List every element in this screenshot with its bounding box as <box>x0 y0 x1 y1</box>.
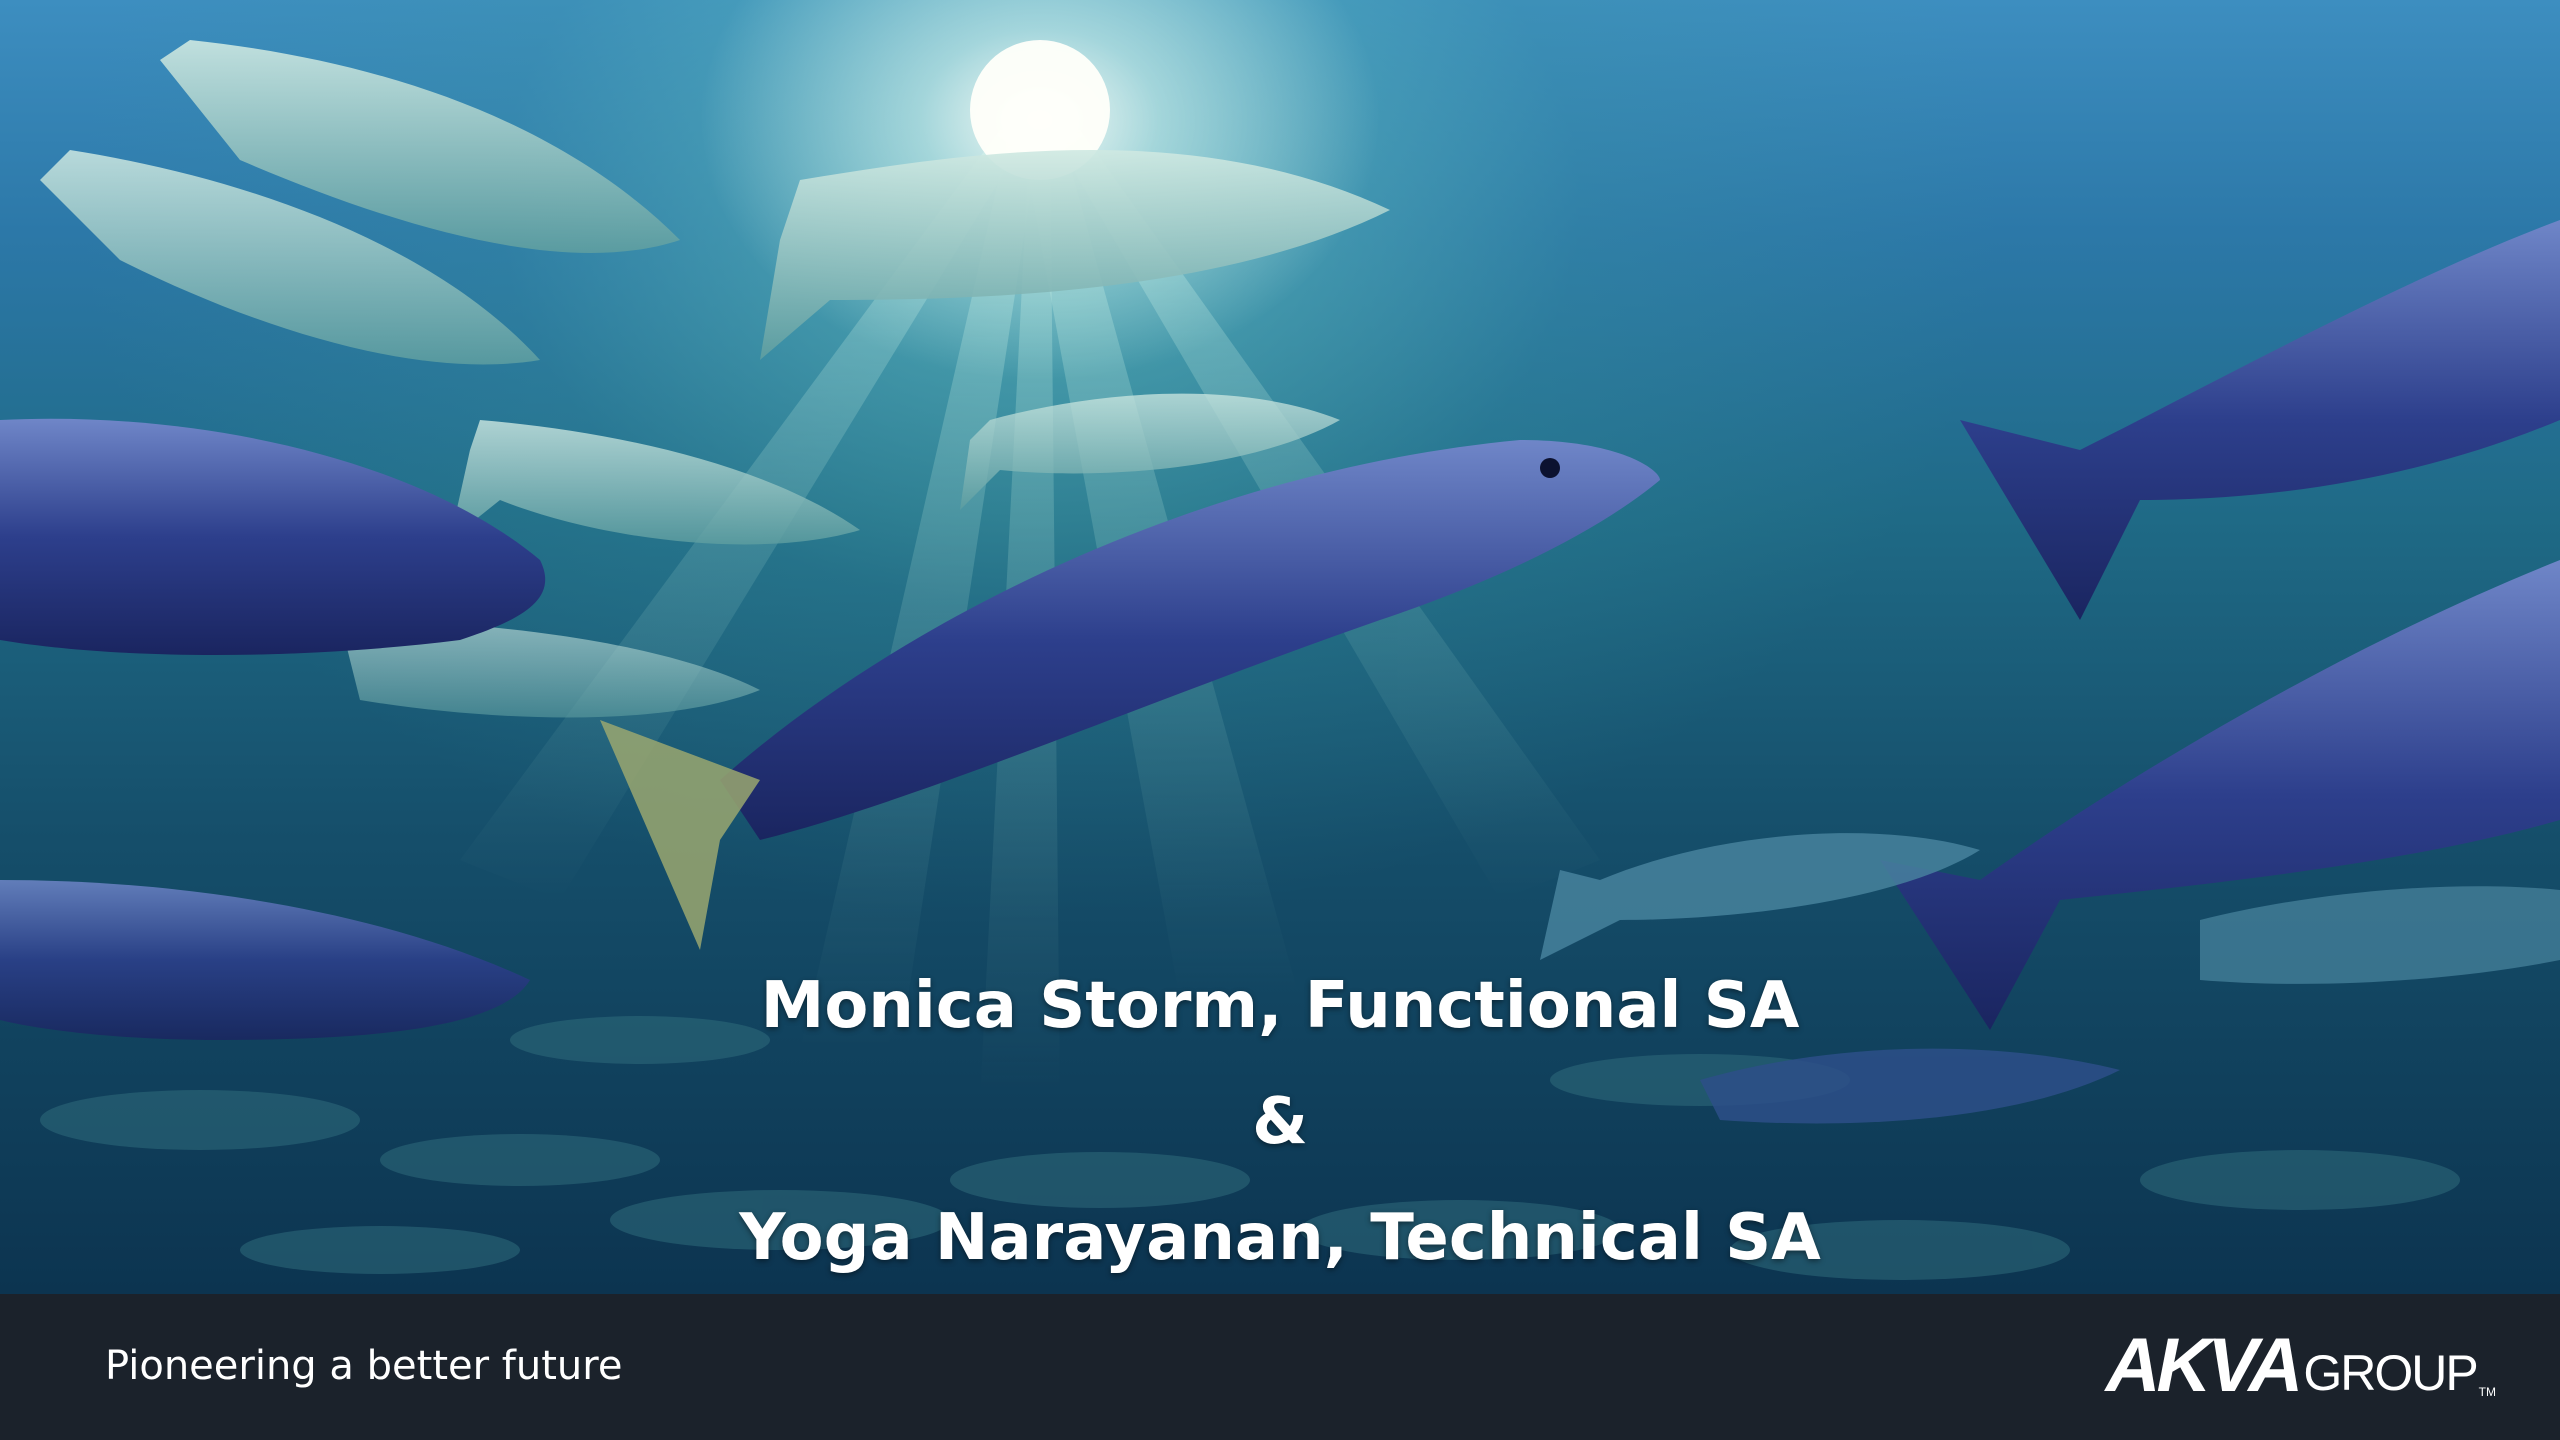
logo-akva-text: AKVA <box>2105 1323 2304 1408</box>
tagline: Pioneering a better future <box>105 1343 623 1389</box>
logo-trademark: TM <box>2478 1385 2496 1399</box>
logo-group-text: GROUP <box>2303 1345 2478 1401</box>
footer-bar: Pioneering a better future AKVA GROUP TM <box>0 1294 2560 1440</box>
presenter-separator: & <box>1252 1085 1308 1159</box>
presenter-line-1: Monica Storm, Functional SA <box>760 969 1800 1043</box>
akva-group-logo: AKVA GROUP TM <box>2105 1323 2496 1408</box>
presenter-title: Monica Storm, Functional SA & Yoga Naray… <box>0 948 2560 1296</box>
slide: Monica Storm, Functional SA & Yoga Naray… <box>0 0 2560 1440</box>
left-salmon <box>0 418 546 1040</box>
presenter-line-2: Yoga Narayanan, Technical SA <box>739 1201 1821 1275</box>
